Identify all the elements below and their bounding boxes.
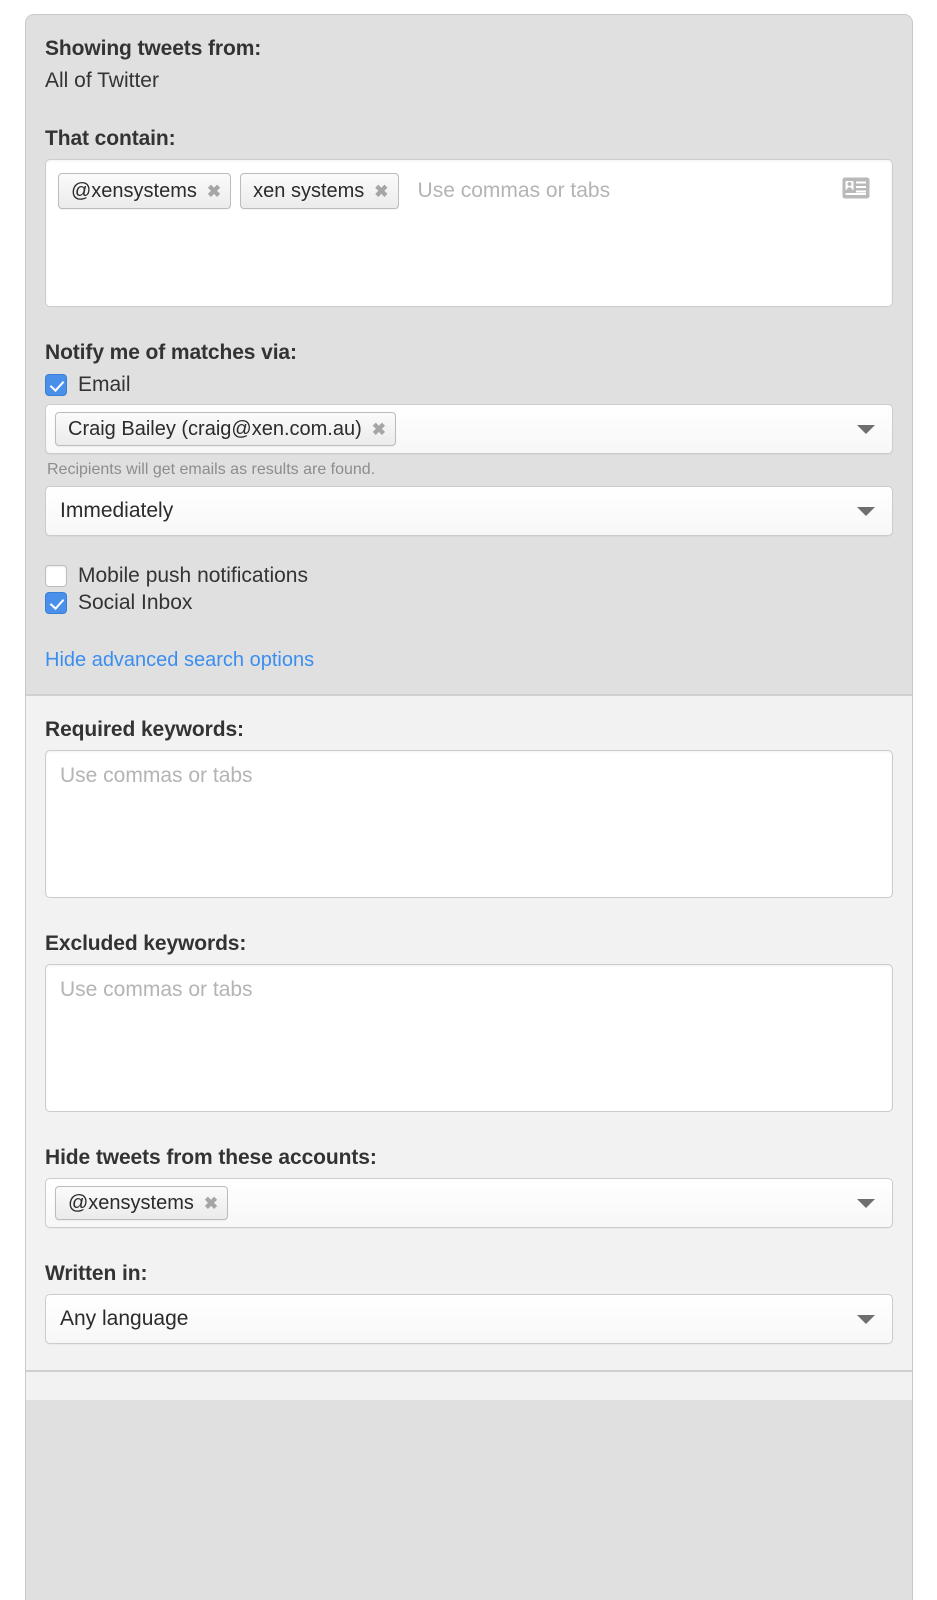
recipient-label: Craig Bailey (craig@xen.com.au): [68, 417, 362, 440]
written-in-value: Any language: [60, 1307, 189, 1330]
email-recipients-select[interactable]: Craig Bailey (craig@xen.com.au) ✖: [45, 404, 893, 454]
recipient-remove-icon[interactable]: ✖: [372, 421, 386, 438]
token-chip[interactable]: xen systems ✖: [240, 173, 399, 209]
hidden-account-label: @xensystems: [68, 1191, 194, 1214]
token-label: @xensystems: [71, 179, 197, 202]
mobile-push-checkbox[interactable]: [45, 565, 67, 587]
hide-tweets-accounts-label: Hide tweets from these accounts:: [45, 1146, 377, 1169]
email-checkbox-row[interactable]: Email: [45, 373, 893, 397]
recipient-chip[interactable]: Craig Bailey (craig@xen.com.au) ✖: [55, 412, 396, 446]
that-contain-label: That contain:: [45, 127, 176, 150]
chevron-down-icon[interactable]: [857, 425, 875, 434]
notification-frequency-value: Immediately: [60, 499, 174, 522]
mobile-push-checkbox-row[interactable]: Mobile push notifications: [45, 564, 893, 588]
panel-footer: [26, 1372, 912, 1400]
mobile-push-label: Mobile push notifications: [78, 564, 308, 587]
contact-card-icon[interactable]: [842, 177, 870, 199]
email-checkbox[interactable]: [45, 374, 67, 396]
token-remove-icon[interactable]: ✖: [207, 183, 221, 200]
written-in-label: Written in:: [45, 1262, 148, 1285]
settings-panel: Showing tweets from: All of Twitter That…: [25, 14, 913, 1600]
social-inbox-label: Social Inbox: [78, 591, 193, 614]
hidden-account-chip[interactable]: @xensystems ✖: [55, 1186, 229, 1220]
advanced-search-section: Required keywords: Use commas or tabs Ex…: [26, 696, 912, 1372]
hide-tweets-accounts-select[interactable]: @xensystems ✖: [45, 1178, 893, 1228]
email-checkbox-label: Email: [78, 373, 131, 396]
contain-input-placeholder[interactable]: Use commas or tabs: [418, 173, 611, 209]
token-chip[interactable]: @xensystems ✖: [58, 173, 232, 209]
recipients-help-text: Recipients will get emails as results ar…: [47, 461, 376, 478]
chevron-down-icon[interactable]: [857, 507, 875, 516]
chevron-down-icon[interactable]: [857, 1199, 875, 1208]
chevron-down-icon[interactable]: [857, 1315, 875, 1324]
toggle-advanced-search-options-link[interactable]: Hide advanced search options: [45, 649, 314, 672]
social-inbox-checkbox-row[interactable]: Social Inbox: [45, 591, 893, 615]
contain-keywords-input[interactable]: @xensystems ✖ xen systems ✖ Use commas o…: [45, 159, 893, 307]
token-label: xen systems: [253, 179, 365, 202]
excluded-keywords-label: Excluded keywords:: [45, 932, 247, 955]
social-inbox-checkbox[interactable]: [45, 592, 67, 614]
showing-tweets-from-value: All of Twitter: [45, 69, 159, 92]
showing-tweets-from-label: Showing tweets from:: [45, 37, 262, 60]
basic-search-section: Showing tweets from: All of Twitter That…: [26, 15, 912, 696]
excluded-keywords-input[interactable]: Use commas or tabs: [45, 964, 893, 1112]
written-in-language-select[interactable]: Any language: [45, 1294, 893, 1344]
required-keywords-label: Required keywords:: [45, 718, 244, 741]
search-stream-settings-page: Showing tweets from: All of Twitter That…: [0, 0, 937, 1600]
hidden-account-remove-icon[interactable]: ✖: [204, 1195, 218, 1212]
notification-frequency-select[interactable]: Immediately: [45, 486, 893, 536]
notify-me-label: Notify me of matches via:: [45, 341, 297, 364]
token-remove-icon[interactable]: ✖: [374, 183, 388, 200]
required-keywords-input[interactable]: Use commas or tabs: [45, 750, 893, 898]
